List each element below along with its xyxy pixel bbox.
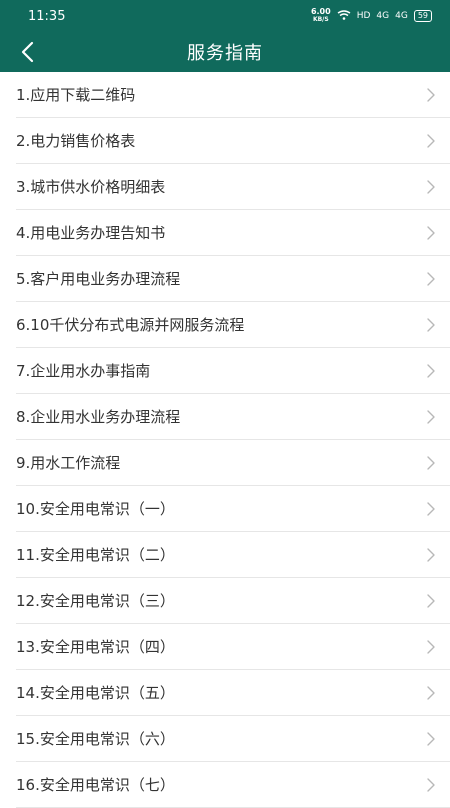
list-item[interactable]: 3.城市供水价格明细表 (16, 164, 450, 210)
list-item[interactable]: 5.客户用电业务办理流程 (16, 256, 450, 302)
chevron-right-icon (426, 409, 436, 425)
list-item-label: 2.电力销售价格表 (16, 132, 136, 150)
list-item-label: 3.城市供水价格明细表 (16, 178, 166, 196)
list-item-label: 9.用水工作流程 (16, 454, 121, 472)
list-item-label: 13.安全用电常识（四） (16, 638, 175, 656)
wifi-icon (337, 9, 351, 23)
chevron-right-icon (426, 455, 436, 471)
chevron-right-icon (426, 731, 436, 747)
signal-4g-icon-1: 4G (376, 11, 390, 21)
list-item-label: 1.应用下载二维码 (16, 86, 136, 104)
list-item-label: 10.安全用电常识（一） (16, 500, 175, 518)
list-item[interactable]: 6.10千伏分布式电源并网服务流程 (16, 302, 450, 348)
back-arrow-icon (21, 41, 34, 63)
chevron-right-icon (426, 777, 436, 793)
chevron-right-icon (426, 547, 436, 563)
list-item-label: 8.企业用水业务办理流程 (16, 408, 181, 426)
chevron-right-icon (426, 639, 436, 655)
list-item-label: 16.安全用电常识（七） (16, 776, 175, 794)
list-item[interactable]: 14.安全用电常识（五） (16, 670, 450, 716)
chevron-right-icon (426, 225, 436, 241)
signal-4g-icon-2: 4G (395, 11, 408, 21)
list-item-label: 6.10千伏分布式电源并网服务流程 (16, 316, 245, 334)
list-item-label: 4.用电业务办理告知书 (16, 224, 166, 242)
app-bar: 服务指南 (0, 32, 450, 72)
status-icons: 6.00 KB/S HD 4G 4G 59 (311, 8, 432, 24)
list-item-label: 15.安全用电常识（六） (16, 730, 175, 748)
chevron-right-icon (426, 179, 436, 195)
chevron-right-icon (426, 501, 436, 517)
list-item[interactable]: 2.电力销售价格表 (16, 118, 450, 164)
network-speed: 6.00 KB/S (310, 7, 331, 24)
list-item-label: 5.客户用电业务办理流程 (16, 270, 181, 288)
chevron-right-icon (426, 87, 436, 103)
list-item[interactable]: 15.安全用电常识（六） (16, 716, 450, 762)
service-guide-list: 1.应用下载二维码 2.电力销售价格表 3.城市供水价格明细表 4.用电业务办理告知书… (0, 72, 450, 808)
list-item[interactable]: 16.安全用电常识（七） (16, 762, 450, 808)
list-item-label: 11.安全用电常识（二） (16, 546, 175, 564)
back-button[interactable] (14, 38, 42, 66)
list-item[interactable]: 11.安全用电常识（二） (16, 532, 450, 578)
chevron-right-icon (426, 271, 436, 287)
list-item-label: 12.安全用电常识（三） (16, 592, 175, 610)
list-item-label: 7.企业用水办事指南 (16, 362, 151, 380)
list-item[interactable]: 1.应用下载二维码 (16, 72, 450, 118)
battery-icon: 59 (413, 10, 432, 22)
list-item[interactable]: 13.安全用电常识（四） (16, 624, 450, 670)
status-bar: 11:35 6.00 KB/S HD 4G 4G 59 (0, 0, 450, 32)
list-item[interactable]: 7.企业用水办事指南 (16, 348, 450, 394)
chevron-right-icon (426, 593, 436, 609)
status-time: 11:35 (28, 8, 66, 24)
list-item[interactable]: 12.安全用电常识（三） (16, 578, 450, 624)
list-item[interactable]: 4.用电业务办理告知书 (16, 210, 450, 256)
list-item[interactable]: 9.用水工作流程 (16, 440, 450, 486)
list-item[interactable]: 8.企业用水业务办理流程 (16, 394, 450, 440)
page-title: 服务指南 (187, 43, 263, 64)
chevron-right-icon (426, 317, 436, 333)
hd-indicator: HD (356, 11, 371, 21)
list-item-label: 14.安全用电常识（五） (16, 684, 175, 702)
chevron-right-icon (426, 685, 436, 701)
chevron-right-icon (426, 363, 436, 379)
list-item[interactable]: 10.安全用电常识（一） (16, 486, 450, 532)
chevron-right-icon (426, 133, 436, 149)
